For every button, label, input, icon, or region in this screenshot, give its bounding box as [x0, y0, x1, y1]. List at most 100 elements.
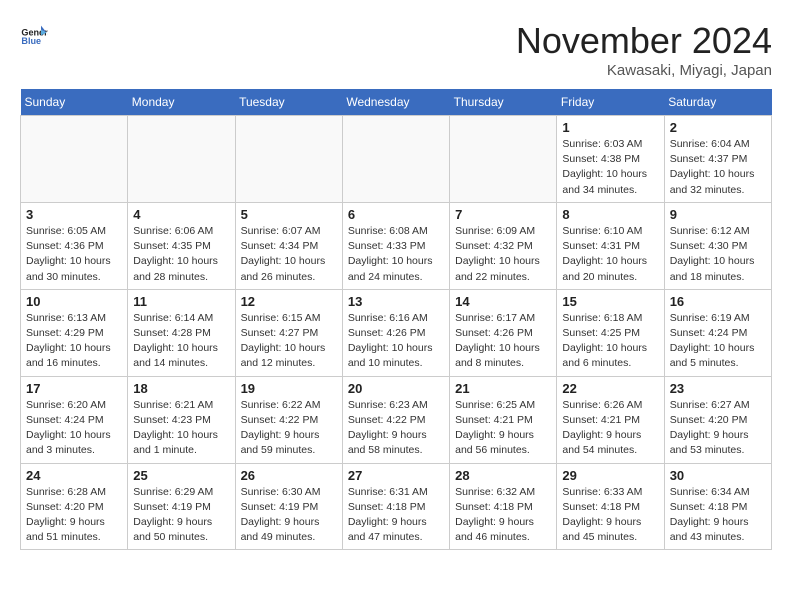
day-info: Sunrise: 6:15 AM Sunset: 4:27 PM Dayligh…: [241, 311, 337, 372]
table-row: 19 Sunrise: 6:22 AM Sunset: 4:22 PM Dayli…: [235, 376, 342, 463]
svg-text:Blue: Blue: [21, 36, 41, 46]
table-row: 16 Sunrise: 6:19 AM Sunset: 4:24 PM Dayli…: [664, 289, 771, 376]
day-number: 13: [348, 294, 444, 309]
day-info: Sunrise: 6:16 AM Sunset: 4:26 PM Dayligh…: [348, 311, 444, 372]
day-info: Sunrise: 6:31 AM Sunset: 4:18 PM Dayligh…: [348, 485, 444, 546]
day-number: 9: [670, 207, 766, 222]
table-row: 21 Sunrise: 6:25 AM Sunset: 4:21 PM Dayli…: [450, 376, 557, 463]
day-number: 26: [241, 468, 337, 483]
header-sunday: Sunday: [21, 89, 128, 116]
logo-icon: General Blue: [20, 20, 48, 48]
table-row: 12 Sunrise: 6:15 AM Sunset: 4:27 PM Dayli…: [235, 289, 342, 376]
day-info: Sunrise: 6:18 AM Sunset: 4:25 PM Dayligh…: [562, 311, 658, 372]
table-row: 6 Sunrise: 6:08 AM Sunset: 4:33 PM Daylig…: [342, 202, 449, 289]
day-number: 30: [670, 468, 766, 483]
table-row: 14Sunrise: 6:17 AM Sunset: 4:26 PM Dayli…: [450, 289, 557, 376]
day-info: Sunrise: 6:30 AM Sunset: 4:19 PM Dayligh…: [241, 485, 337, 546]
day-number: 23: [670, 381, 766, 396]
day-info: Sunrise: 6:32 AM Sunset: 4:18 PM Dayligh…: [455, 485, 551, 546]
day-number: 27: [348, 468, 444, 483]
day-number: 28: [455, 468, 551, 483]
day-info: Sunrise: 6:21 AM Sunset: 4:23 PM Dayligh…: [133, 398, 229, 459]
day-info: Sunrise: 6:17 AM Sunset: 4:26 PM Dayligh…: [455, 311, 551, 372]
header-thursday: Thursday: [450, 89, 557, 116]
calendar-week-row: 1 Sunrise: 6:03 AM Sunset: 4:38 PM Daylig…: [21, 116, 772, 203]
table-row: 15Sunrise: 6:18 AM Sunset: 4:25 PM Dayli…: [557, 289, 664, 376]
table-row: 18 Sunrise: 6:21 AM Sunset: 4:23 PM Dayli…: [128, 376, 235, 463]
logo: General Blue: [20, 20, 48, 48]
table-row: 11Sunrise: 6:14 AM Sunset: 4:28 PM Dayli…: [128, 289, 235, 376]
table-row: [235, 116, 342, 203]
calendar-week-row: 24 Sunrise: 6:28 AM Sunset: 4:20 PM Dayli…: [21, 463, 772, 550]
header-friday: Friday: [557, 89, 664, 116]
header-monday: Monday: [128, 89, 235, 116]
day-info: Sunrise: 6:08 AM Sunset: 4:33 PM Dayligh…: [348, 224, 444, 285]
table-row: [21, 116, 128, 203]
table-row: 23 Sunrise: 6:27 AM Sunset: 4:20 PM Dayli…: [664, 376, 771, 463]
table-row: 5 Sunrise: 6:07 AM Sunset: 4:34 PM Daylig…: [235, 202, 342, 289]
day-info: Sunrise: 6:34 AM Sunset: 4:18 PM Dayligh…: [670, 485, 766, 546]
table-row: 29 Sunrise: 6:33 AM Sunset: 4:18 PM Dayli…: [557, 463, 664, 550]
table-row: 30 Sunrise: 6:34 AM Sunset: 4:18 PM Dayli…: [664, 463, 771, 550]
day-info: Sunrise: 6:09 AM Sunset: 4:32 PM Dayligh…: [455, 224, 551, 285]
day-info: Sunrise: 6:10 AM Sunset: 4:31 PM Dayligh…: [562, 224, 658, 285]
day-number: 22: [562, 381, 658, 396]
day-number: 21: [455, 381, 551, 396]
page-header: General Blue November 2024 Kawasaki, Miy…: [20, 20, 772, 79]
day-number: 6: [348, 207, 444, 222]
day-info: Sunrise: 6:13 AM Sunset: 4:29 PM Dayligh…: [26, 311, 122, 372]
table-row: 1 Sunrise: 6:03 AM Sunset: 4:38 PM Daylig…: [557, 116, 664, 203]
day-number: 25: [133, 468, 229, 483]
day-info: Sunrise: 6:33 AM Sunset: 4:18 PM Dayligh…: [562, 485, 658, 546]
table-row: 3 Sunrise: 6:05 AM Sunset: 4:36 PM Daylig…: [21, 202, 128, 289]
table-row: 8Sunrise: 6:10 AM Sunset: 4:31 PM Daylig…: [557, 202, 664, 289]
day-number: 19: [241, 381, 337, 396]
table-row: 25Sunrise: 6:29 AM Sunset: 4:19 PM Dayli…: [128, 463, 235, 550]
day-number: 20: [348, 381, 444, 396]
table-row: [128, 116, 235, 203]
day-info: Sunrise: 6:25 AM Sunset: 4:21 PM Dayligh…: [455, 398, 551, 459]
table-row: 24 Sunrise: 6:28 AM Sunset: 4:20 PM Dayli…: [21, 463, 128, 550]
day-info: Sunrise: 6:03 AM Sunset: 4:38 PM Dayligh…: [562, 137, 658, 198]
day-info: Sunrise: 6:07 AM Sunset: 4:34 PM Dayligh…: [241, 224, 337, 285]
day-info: Sunrise: 6:28 AM Sunset: 4:20 PM Dayligh…: [26, 485, 122, 546]
calendar-week-row: 17Sunrise: 6:20 AM Sunset: 4:24 PM Dayli…: [21, 376, 772, 463]
day-number: 5: [241, 207, 337, 222]
day-info: Sunrise: 6:23 AM Sunset: 4:22 PM Dayligh…: [348, 398, 444, 459]
day-info: Sunrise: 6:19 AM Sunset: 4:24 PM Dayligh…: [670, 311, 766, 372]
table-row: 10Sunrise: 6:13 AM Sunset: 4:29 PM Dayli…: [21, 289, 128, 376]
table-row: [342, 116, 449, 203]
table-row: 7 Sunrise: 6:09 AM Sunset: 4:32 PM Daylig…: [450, 202, 557, 289]
calendar-header-row: Sunday Monday Tuesday Wednesday Thursday…: [21, 89, 772, 116]
day-number: 11: [133, 294, 229, 309]
day-number: 16: [670, 294, 766, 309]
day-info: Sunrise: 6:27 AM Sunset: 4:20 PM Dayligh…: [670, 398, 766, 459]
table-row: 20 Sunrise: 6:23 AM Sunset: 4:22 PM Dayli…: [342, 376, 449, 463]
calendar-table: Sunday Monday Tuesday Wednesday Thursday…: [20, 89, 772, 550]
day-info: Sunrise: 6:05 AM Sunset: 4:36 PM Dayligh…: [26, 224, 122, 285]
day-number: 17: [26, 381, 122, 396]
table-row: [450, 116, 557, 203]
day-info: Sunrise: 6:26 AM Sunset: 4:21 PM Dayligh…: [562, 398, 658, 459]
calendar-week-row: 3 Sunrise: 6:05 AM Sunset: 4:36 PM Daylig…: [21, 202, 772, 289]
table-row: 22 Sunrise: 6:26 AM Sunset: 4:21 PM Dayli…: [557, 376, 664, 463]
calendar-week-row: 10Sunrise: 6:13 AM Sunset: 4:29 PM Dayli…: [21, 289, 772, 376]
day-number: 3: [26, 207, 122, 222]
day-info: Sunrise: 6:22 AM Sunset: 4:22 PM Dayligh…: [241, 398, 337, 459]
day-info: Sunrise: 6:04 AM Sunset: 4:37 PM Dayligh…: [670, 137, 766, 198]
table-row: 28 Sunrise: 6:32 AM Sunset: 4:18 PM Dayli…: [450, 463, 557, 550]
title-block: November 2024 Kawasaki, Miyagi, Japan: [516, 20, 772, 79]
table-row: 26 Sunrise: 6:30 AM Sunset: 4:19 PM Dayli…: [235, 463, 342, 550]
header-tuesday: Tuesday: [235, 89, 342, 116]
day-number: 4: [133, 207, 229, 222]
day-number: 1: [562, 120, 658, 135]
day-number: 29: [562, 468, 658, 483]
day-number: 24: [26, 468, 122, 483]
location: Kawasaki, Miyagi, Japan: [516, 62, 772, 79]
table-row: 4 Sunrise: 6:06 AM Sunset: 4:35 PM Daylig…: [128, 202, 235, 289]
day-number: 18: [133, 381, 229, 396]
day-number: 7: [455, 207, 551, 222]
day-number: 2: [670, 120, 766, 135]
day-info: Sunrise: 6:06 AM Sunset: 4:35 PM Dayligh…: [133, 224, 229, 285]
day-number: 12: [241, 294, 337, 309]
